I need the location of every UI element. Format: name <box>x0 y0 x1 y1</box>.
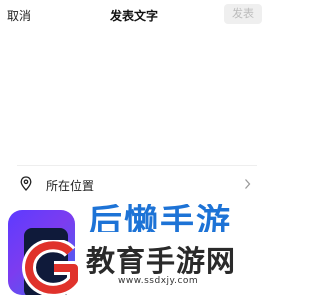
watermark-g-logo-icon <box>22 240 81 295</box>
location-row[interactable]: 所在位置 <box>0 168 268 200</box>
text-editor-area[interactable] <box>8 30 260 162</box>
post-text-screen: 取消 发表文字 发表 所在位置 后懒手游 教育手游网 www.ssdxjy.co… <box>0 0 268 295</box>
top-bar: 取消 发表文字 发表 <box>0 0 268 30</box>
watermark: 后懒手游 教育手游网 www.ssdxjy.com <box>0 200 268 295</box>
chevron-right-icon <box>245 179 251 189</box>
location-label: 所在位置 <box>46 179 95 193</box>
location-pin-icon <box>20 176 32 191</box>
publish-button[interactable]: 发表 <box>224 4 262 24</box>
watermark-url: www.ssdxjy.com <box>118 276 199 286</box>
watermark-brand-text: 教育手游网 <box>86 244 237 278</box>
divider <box>17 165 257 166</box>
watermark-top-text: 后懒手游 <box>88 204 232 232</box>
